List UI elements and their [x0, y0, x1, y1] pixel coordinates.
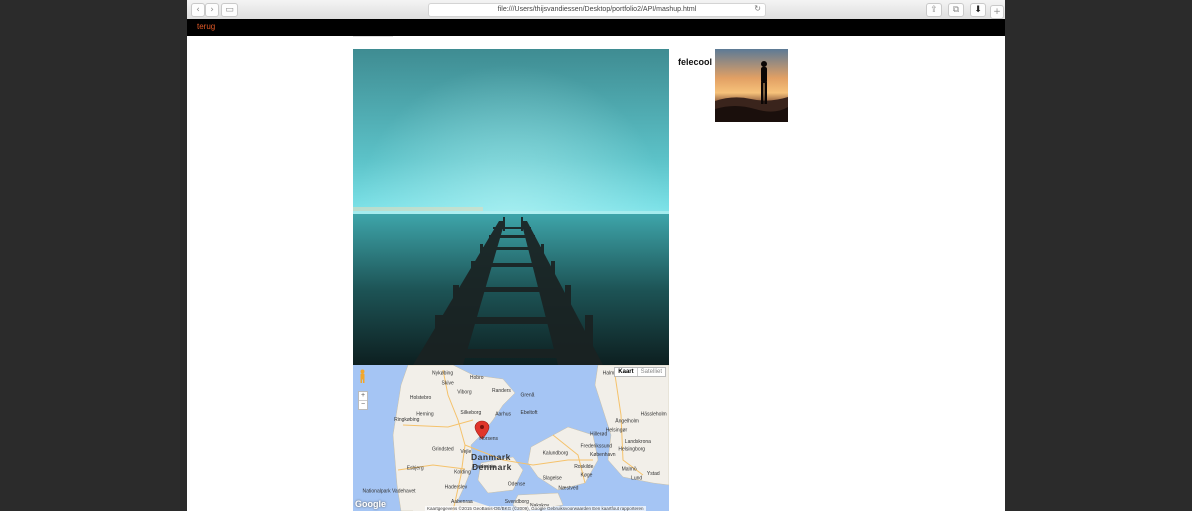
map-place-label: Hobro	[470, 375, 484, 381]
map-place-label: Køge	[581, 473, 593, 479]
map-place-label: Malmö	[622, 467, 637, 473]
address-bar[interactable]: file:///Users/thijsvandiessen/Desktop/po…	[428, 3, 766, 17]
map-place-label: Silkeborg	[460, 410, 481, 416]
map-place-label: Nationalpark Vadehavet	[363, 489, 417, 495]
map-place-label: Viborg	[457, 389, 472, 395]
back-button[interactable]: ‹	[191, 3, 205, 17]
zoom-out-button[interactable]: −	[359, 400, 367, 409]
map-place-label: Horsens	[479, 436, 498, 442]
map-type-control: Kaart Satelliet	[614, 367, 666, 377]
map-place-label: Landskrona	[625, 439, 651, 445]
map-place-label: Slagelse	[543, 476, 562, 482]
site-navbar: terug	[187, 19, 1005, 36]
map-place-label: Hässleholm	[641, 411, 667, 417]
map-place-label: Roskilde	[574, 464, 593, 470]
map-place-label: Odense	[508, 481, 526, 487]
avatar-image	[715, 49, 788, 122]
map-place-label: Frederikssund	[581, 443, 613, 449]
map-place-label: Helsingborg	[618, 446, 645, 452]
sidebar-toggle-button[interactable]: ▭	[221, 3, 238, 17]
map-place-label: Kolding	[454, 470, 471, 476]
map-place-label: Helsingør	[606, 427, 628, 433]
map-place-label: Aabenraa	[451, 499, 473, 505]
pegman-icon[interactable]	[359, 369, 366, 383]
map-place-label: Vejle	[460, 449, 471, 455]
map-place-label: Ängelholm	[615, 418, 639, 425]
location-map[interactable]: Nykøbing Hobro Skive Viborg Randers Holstebro…	[353, 365, 669, 511]
downloads-button[interactable]: ⬇	[970, 3, 986, 17]
map-place-label: Esbjerg	[407, 465, 424, 471]
browser-window: ‹ › ▭ file:///Users/thijsvandiessen/Desk…	[187, 0, 1005, 511]
map-place-label: Lund	[631, 476, 642, 482]
map-canvas: Nykøbing Hobro SkiveViborg Randers Holstebro…	[363, 365, 669, 511]
browser-toolbar: ‹ › ▭ file:///Users/thijsvandiessen/Desk…	[187, 0, 1005, 20]
divider	[353, 36, 393, 37]
pier-photo-image	[353, 49, 669, 365]
map-place-label: København	[590, 452, 616, 458]
map-place-label: Kalundborg	[543, 451, 569, 457]
map-place-label: Haderslev	[445, 484, 468, 490]
map-place-label: Randers	[492, 388, 511, 394]
google-logo[interactable]: Google	[355, 499, 386, 509]
tabs-button[interactable]: ⧉	[948, 3, 964, 17]
map-place-label: Grindsted	[432, 446, 454, 452]
map-place-label: Ringkøbing	[394, 417, 420, 423]
map-place-label: Nykøbing	[432, 370, 453, 376]
map-place-label: Næstved	[558, 486, 578, 492]
main-photo[interactable]	[353, 49, 669, 365]
photo-username[interactable]: felecool	[678, 57, 712, 67]
map-place-label: Aarhus	[495, 411, 511, 417]
map-place-label: Grenå	[521, 391, 535, 398]
country-label-danish: Danmark	[471, 452, 511, 462]
map-place-label: Holstebro	[410, 395, 432, 401]
user-avatar[interactable]	[715, 49, 788, 122]
new-tab-button[interactable]: +	[990, 5, 1004, 19]
map-type-satelliet[interactable]: Satelliet	[636, 368, 665, 376]
map-place-label: Ebeltoft	[521, 410, 539, 416]
back-link[interactable]: terug	[197, 22, 215, 31]
forward-button[interactable]: ›	[205, 3, 219, 17]
reload-icon[interactable]: ↻	[754, 4, 761, 13]
url-text: file:///Users/thijsvandiessen/Desktop/po…	[497, 6, 697, 13]
map-place-label: Skive	[442, 381, 454, 387]
map-type-kaart[interactable]: Kaart	[615, 368, 636, 376]
zoom-control: + −	[358, 391, 368, 410]
map-attribution[interactable]: Kaartgegevens ©2015 GeoBasis-DE/BKG (©20…	[425, 506, 646, 511]
map-place-label: Svendborg	[505, 499, 529, 505]
zoom-in-button[interactable]: +	[359, 392, 367, 400]
map-place-label: Ystad	[647, 471, 660, 477]
share-button[interactable]: ⇪	[926, 3, 942, 17]
country-label-english: Denmark	[472, 462, 512, 472]
